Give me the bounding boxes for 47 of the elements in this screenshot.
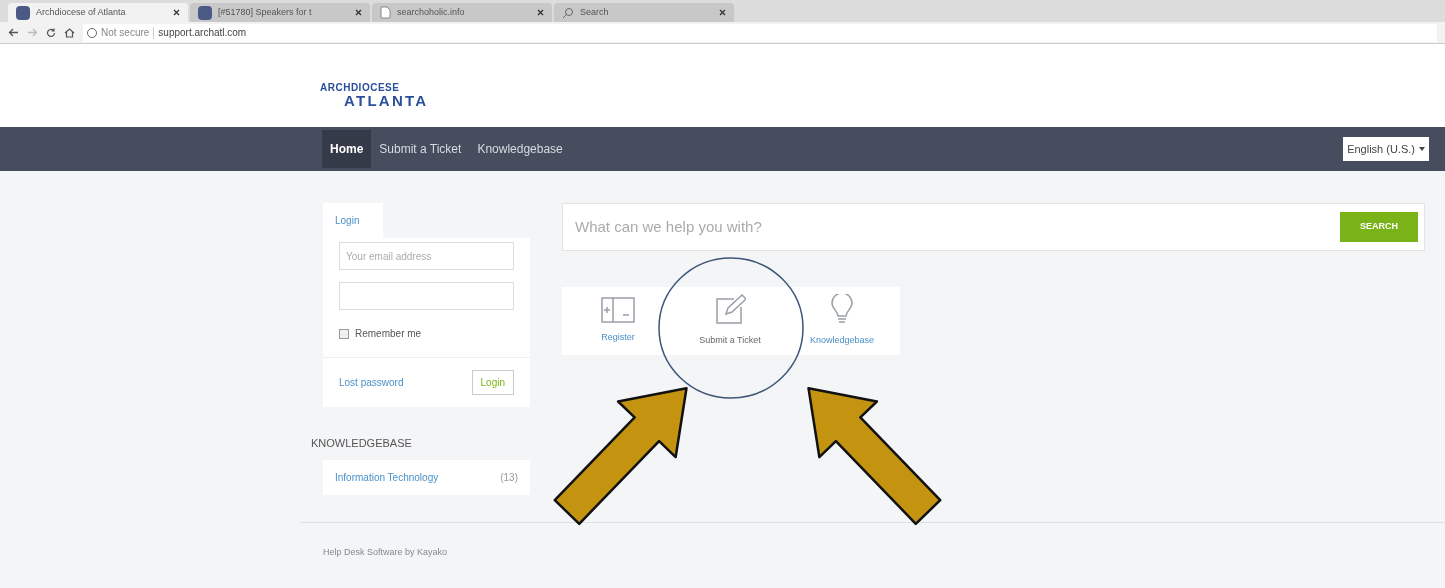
email-field[interactable]: Your email address (339, 242, 514, 270)
back-icon[interactable] (8, 28, 19, 37)
remember-label: Remember me (355, 327, 422, 341)
footer-text: Help Desk Software by Kayako (323, 546, 448, 559)
tab-title: searchoholic.info (397, 5, 466, 19)
id-card-icon (601, 297, 635, 324)
browser-tab[interactable]: Archdiocese of Atlanta (8, 3, 188, 22)
close-icon[interactable] (355, 9, 362, 16)
nav-link[interactable]: Knowledgebase (469, 130, 571, 168)
url-text: support.archatl.com (158, 26, 247, 40)
reload-icon[interactable] (46, 27, 56, 38)
category-item[interactable]: Information Technology (13) (323, 459, 530, 495)
close-icon[interactable] (719, 9, 726, 16)
logo-text: ATLANTA (344, 93, 429, 108)
browser-tab[interactable]: Search (554, 3, 734, 22)
action-card[interactable]: Knowledgebase (786, 287, 898, 355)
nav-link[interactable]: Submit a Ticket (371, 130, 470, 168)
search-field[interactable]: What can we help you with? SEARCH (562, 203, 1425, 251)
remember-checkbox[interactable] (339, 328, 349, 339)
language-select[interactable]: English (U.S.) (1343, 136, 1429, 162)
page-icon (380, 6, 391, 19)
search-button[interactable]: SEARCH (1340, 212, 1418, 242)
lost-password-link[interactable]: Lost password (339, 375, 404, 390)
favicon-icon (198, 5, 212, 20)
section-heading: KNOWLEDGEBASE (311, 436, 413, 451)
tab-title: Search (580, 5, 610, 19)
edit-icon (714, 294, 746, 327)
password-field[interactable] (339, 282, 514, 310)
search-icon (562, 6, 574, 19)
logo[interactable]: ARCHDIOCESE ATLANTA (320, 83, 429, 108)
action-card[interactable]: Register (562, 287, 674, 355)
tab-title: Archdiocese of Atlanta (36, 5, 127, 19)
browser-tab[interactable]: [#51780] Speakers for t (190, 3, 370, 22)
security-label: Not secure (101, 26, 150, 40)
tab-title: [#51780] Speakers for t (218, 5, 313, 19)
close-icon[interactable] (537, 9, 544, 16)
home-icon[interactable] (64, 27, 75, 38)
close-icon[interactable] (173, 9, 180, 16)
address-bar[interactable]: Not secure support.archatl.com (83, 23, 1437, 42)
caret-icon (1419, 147, 1425, 151)
logo-text: ARCHDIOCESE (320, 83, 401, 93)
action-card[interactable]: Submit a Ticket (674, 287, 786, 355)
login-button[interactable]: Login (471, 370, 514, 395)
favicon-icon (16, 5, 30, 20)
browser-tab[interactable]: searchoholic.info (372, 3, 552, 22)
login-tab[interactable]: Login (323, 203, 383, 238)
nav-link[interactable]: Home (322, 130, 372, 168)
